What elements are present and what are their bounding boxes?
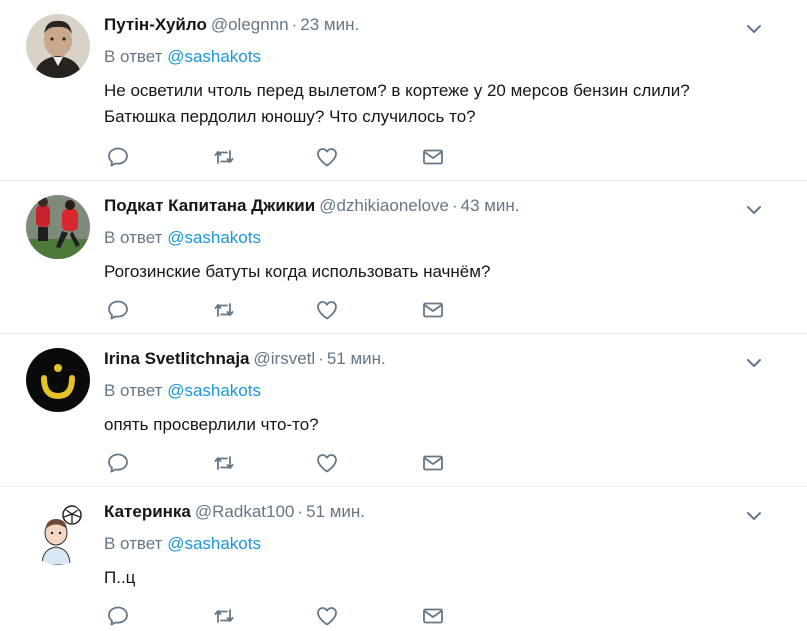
like-button[interactable] <box>315 604 339 628</box>
tweet-header: Irina Svetlitchnaja @irsvetl · 51 мин. <box>104 348 386 370</box>
timestamp[interactable]: 51 мин. <box>306 502 365 521</box>
tweet-text: П..ц <box>104 565 764 591</box>
mention-link[interactable]: @sashakots <box>167 47 261 66</box>
author-handle[interactable]: @olegnnn <box>211 15 289 34</box>
author-handle[interactable]: @Radkat100 <box>195 502 295 521</box>
chevron-down-icon[interactable] <box>745 354 763 372</box>
chevron-down-icon[interactable] <box>745 201 763 219</box>
tweet-text-line: Батюшка пердолил юношу? Что случилось то… <box>104 107 476 126</box>
timestamp[interactable]: 51 мин. <box>327 349 386 368</box>
dm-button[interactable] <box>421 145 445 169</box>
separator: · <box>297 502 304 521</box>
reply-button[interactable] <box>106 298 130 322</box>
tweet-text: Не осветили чтоль перед вылетом? в корте… <box>104 78 764 130</box>
tweet-3[interactable]: Irina Svetlitchnaja @irsvetl · 51 мин. В от… <box>0 334 807 487</box>
reply-prefix: В ответ <box>104 228 163 247</box>
separator: · <box>291 15 298 34</box>
retweet-button[interactable] <box>212 451 236 475</box>
reply-context: В ответ @sashakots <box>104 533 261 555</box>
timestamp[interactable]: 43 мин. <box>461 196 520 215</box>
retweet-button[interactable] <box>212 145 236 169</box>
retweet-button[interactable] <box>212 298 236 322</box>
reply-button[interactable] <box>106 604 130 628</box>
action-bar <box>106 145 466 169</box>
action-bar <box>106 298 466 322</box>
tweet-1[interactable]: Путін-Хуйло @olegnnn · 23 мин. В ответ @sas… <box>0 0 807 181</box>
separator: · <box>451 196 458 215</box>
reply-prefix: В ответ <box>104 381 163 400</box>
tweet-2[interactable]: Подкат Капитана Джикии @dzhikiaonelove · 43… <box>0 181 807 334</box>
envelope-icon <box>423 149 443 165</box>
heart-icon <box>317 454 337 473</box>
tweet-text-line: П..ц <box>104 568 136 587</box>
tweet-header: Путін-Хуйло @olegnnn · 23 мин. <box>104 14 359 36</box>
reply-icon <box>108 300 128 320</box>
avatar[interactable] <box>26 501 90 565</box>
author-name[interactable]: Катеринка <box>104 502 191 521</box>
mention-link[interactable]: @sashakots <box>167 228 261 247</box>
reply-prefix: В ответ <box>104 47 163 66</box>
reply-context: В ответ @sashakots <box>104 380 261 402</box>
avatar[interactable] <box>26 195 90 259</box>
action-bar <box>106 451 466 475</box>
author-handle[interactable]: @irsvetl <box>254 349 316 368</box>
tweet-text: Рогозинские батуты когда использовать на… <box>104 259 764 285</box>
reply-prefix: В ответ <box>104 534 163 553</box>
tweet-text: опять просверлили что-то? <box>104 412 764 438</box>
like-button[interactable] <box>315 451 339 475</box>
author-name[interactable]: Путін-Хуйло <box>104 15 207 34</box>
retweet-icon <box>214 456 234 470</box>
tweet-4[interactable]: Катеринка @Radkat100 · 51 мин. В ответ @sas… <box>0 487 807 631</box>
reply-context: В ответ @sashakots <box>104 46 261 68</box>
avatar[interactable] <box>26 14 90 78</box>
timestamp[interactable]: 23 мин. <box>300 15 359 34</box>
reply-context: В ответ @sashakots <box>104 227 261 249</box>
reply-button[interactable] <box>106 145 130 169</box>
tweet-text-line: Не осветили чтоль перед вылетом? в корте… <box>104 81 690 100</box>
envelope-icon <box>423 608 443 624</box>
retweet-icon <box>214 609 234 623</box>
action-bar <box>106 604 466 628</box>
mention-link[interactable]: @sashakots <box>167 534 261 553</box>
chevron-down-icon[interactable] <box>745 507 763 525</box>
author-handle[interactable]: @dzhikiaonelove <box>319 196 449 215</box>
retweet-button[interactable] <box>212 604 236 628</box>
reply-button[interactable] <box>106 451 130 475</box>
tweet-header: Катеринка @Radkat100 · 51 мин. <box>104 501 365 523</box>
reply-icon <box>108 606 128 626</box>
envelope-icon <box>423 455 443 471</box>
dm-button[interactable] <box>421 298 445 322</box>
reply-icon <box>108 453 128 473</box>
heart-icon <box>317 301 337 320</box>
tweet-text-line: Рогозинские батуты когда использовать на… <box>104 262 491 281</box>
avatar[interactable] <box>26 348 90 412</box>
author-name[interactable]: Irina Svetlitchnaja <box>104 349 250 368</box>
tweet-text-line: опять просверлили что-то? <box>104 415 319 434</box>
chevron-down-icon[interactable] <box>745 20 763 38</box>
envelope-icon <box>423 302 443 318</box>
heart-icon <box>317 148 337 167</box>
retweet-icon <box>214 150 234 164</box>
reply-icon <box>108 147 128 167</box>
like-button[interactable] <box>315 298 339 322</box>
tweet-header: Подкат Капитана Джикии @dzhikiaonelove · 43… <box>104 195 520 217</box>
mention-link[interactable]: @sashakots <box>167 381 261 400</box>
heart-icon <box>317 607 337 626</box>
retweet-icon <box>214 303 234 317</box>
like-button[interactable] <box>315 145 339 169</box>
dm-button[interactable] <box>421 604 445 628</box>
separator: · <box>318 349 324 368</box>
author-name[interactable]: Подкат Капитана Джикии <box>104 196 315 215</box>
dm-button[interactable] <box>421 451 445 475</box>
